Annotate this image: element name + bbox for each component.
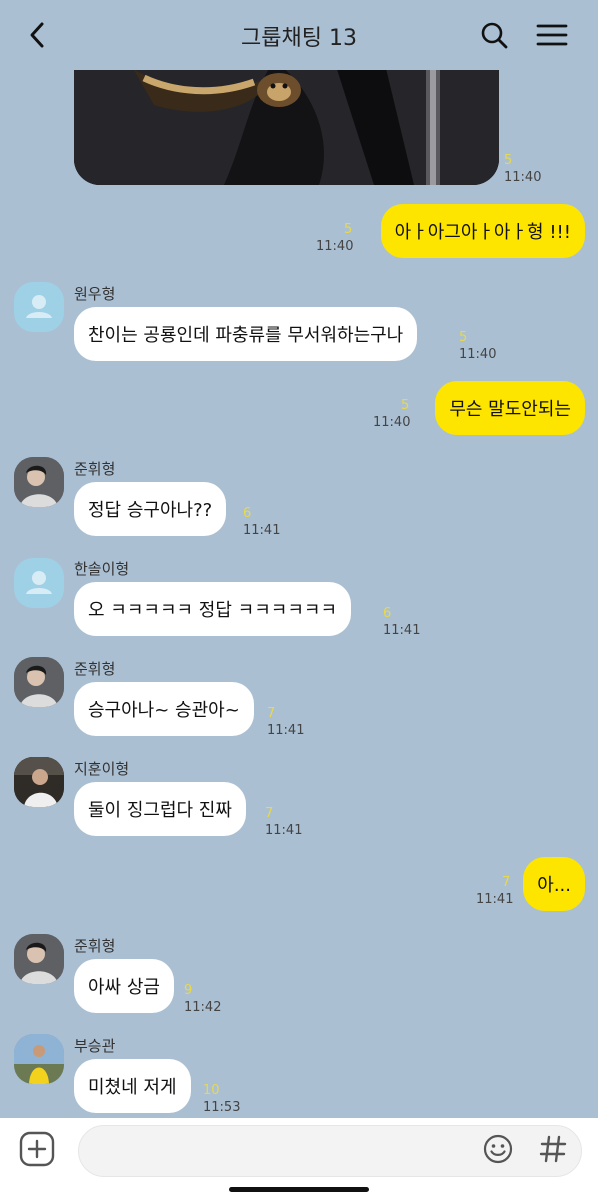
message-time: 11:40	[504, 170, 542, 185]
unread-count: 7	[502, 875, 511, 890]
hash-icon[interactable]	[538, 1133, 568, 1165]
avatar[interactable]	[14, 757, 64, 807]
my-message-bubble[interactable]: 무슨 말도안되는	[435, 381, 585, 435]
message-time: 11:41	[243, 523, 281, 538]
unread-count: 6	[243, 506, 252, 521]
emoji-icon[interactable]	[482, 1133, 514, 1165]
avatar[interactable]	[14, 282, 64, 332]
sender-name: 원우형	[74, 285, 116, 303]
search-icon[interactable]	[477, 18, 511, 52]
profile-photo-image	[14, 457, 64, 507]
unread-count: 7	[267, 706, 276, 721]
sender-name: 준휘형	[74, 660, 116, 678]
unread-count: 9	[184, 983, 193, 998]
message-bubble[interactable]: 둘이 징그럽다 진짜	[74, 782, 246, 836]
avatar[interactable]	[14, 657, 64, 707]
sender-name: 준휘형	[74, 937, 116, 955]
message-time: 11:41	[265, 823, 303, 838]
sender-name: 한솔이형	[74, 560, 130, 578]
message-bubble[interactable]: 찬이는 공룡인데 파충류를 무서워하는구나	[74, 307, 418, 361]
avatar[interactable]	[14, 934, 64, 984]
chat-header: 그룹채팅 13	[0, 0, 598, 70]
my-message-bubble[interactable]: 아...	[523, 857, 585, 911]
message-bubble[interactable]: 미쳤네 저게	[74, 1059, 191, 1113]
message-bubble[interactable]: 오 ㅋㅋㅋㅋㅋ 정답 ㅋㅋㅋㅋㅋㅋ	[74, 582, 352, 636]
profile-photo-image	[14, 934, 64, 984]
message-time: 11:41	[267, 723, 305, 738]
plus-icon[interactable]	[18, 1130, 56, 1168]
input-bar	[0, 1118, 598, 1200]
message-bubble[interactable]: 정답 승구아나??	[74, 482, 227, 536]
message-bubble[interactable]: 아싸 상금	[74, 959, 174, 1013]
sender-name: 지훈이형	[74, 760, 130, 778]
message-time: 11:53	[203, 1100, 241, 1115]
message-time: 11:40	[459, 347, 497, 362]
profile-photo-image	[14, 1034, 64, 1084]
message-time: 11:42	[184, 1000, 222, 1015]
sender-name: 부승관	[74, 1037, 116, 1055]
home-indicator	[229, 1187, 369, 1192]
message-time: 11:41	[383, 623, 421, 638]
unread-count: 5	[504, 153, 513, 168]
unread-count: 5	[459, 330, 468, 345]
message-bubble[interactable]: 승구아나~ 승관아~	[74, 682, 254, 736]
message-time: 11:41	[476, 892, 514, 907]
menu-icon[interactable]	[535, 18, 569, 52]
avatar[interactable]	[14, 1034, 64, 1084]
unread-count: 5	[401, 398, 410, 413]
sender-name: 준휘형	[74, 460, 116, 478]
profile-photo-image	[14, 757, 64, 807]
unread-count: 5	[344, 222, 353, 237]
default-profile-icon	[26, 571, 52, 594]
unread-count: 6	[383, 606, 392, 621]
unread-count: 7	[265, 806, 274, 821]
my-message-bubble[interactable]: 아ㅏ아그아ㅏ아ㅏ형 !!!	[380, 204, 585, 258]
avatar[interactable]	[14, 457, 64, 507]
unread-count: 10	[203, 1083, 220, 1098]
avatar[interactable]	[14, 558, 64, 608]
default-profile-icon	[26, 295, 52, 318]
profile-photo-image	[14, 657, 64, 707]
message-time: 11:40	[316, 239, 354, 254]
message-time: 11:40	[373, 415, 411, 430]
